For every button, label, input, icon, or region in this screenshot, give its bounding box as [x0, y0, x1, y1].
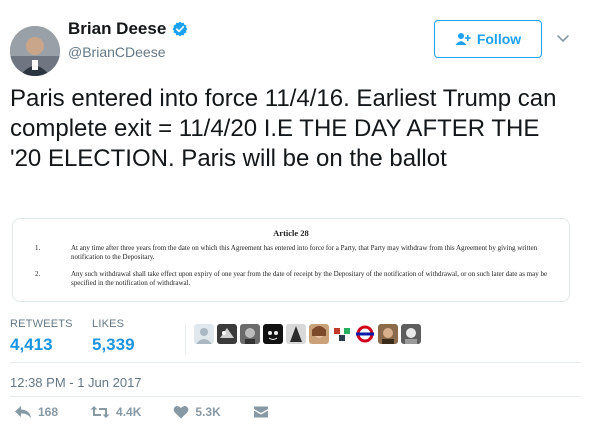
tweet-stats: RETWEETS 4,413 LIKES 5,339	[10, 318, 570, 356]
retweet-button[interactable]: 4.4K	[90, 405, 141, 419]
reply-button[interactable]: 168	[14, 405, 58, 419]
tweet-header: Brian Deese @BrianCDeese Follow	[10, 16, 581, 76]
liker-avatar[interactable]	[378, 324, 398, 344]
liker-avatar[interactable]	[401, 324, 421, 344]
author-avatar[interactable]	[10, 26, 60, 76]
author-display-name[interactable]: Brian Deese	[68, 19, 166, 39]
liker-avatar[interactable]	[194, 324, 214, 344]
liker-avatars	[194, 324, 421, 352]
reply-count: 168	[38, 405, 59, 419]
like-count: 5.3K	[195, 405, 221, 419]
media-item-text: Any such withdrawal shall take effect up…	[71, 270, 548, 287]
liker-avatar[interactable]	[263, 324, 283, 344]
retweet-icon	[90, 406, 110, 418]
chevron-down-icon[interactable]	[555, 30, 571, 46]
verified-badge-icon	[172, 21, 188, 37]
author-name-row[interactable]: Brian Deese	[68, 19, 188, 39]
direct-message-button[interactable]	[253, 405, 269, 419]
like-button[interactable]: 5.3K	[173, 405, 221, 419]
liker-avatar[interactable]	[332, 324, 352, 344]
divider	[10, 396, 581, 397]
media-item-number: 1.	[35, 244, 41, 252]
liker-avatar[interactable]	[309, 324, 329, 344]
media-item-text: At any time after three years from the d…	[71, 244, 538, 261]
media-document-title: Article 28	[273, 228, 309, 238]
media-item-number: 2.	[35, 270, 41, 278]
liker-avatar[interactable]	[355, 324, 375, 344]
reply-icon	[15, 406, 31, 418]
likes-count: 5,339	[92, 335, 135, 354]
liker-avatar[interactable]	[240, 324, 260, 344]
author-info: Brian Deese @BrianCDeese	[68, 19, 188, 60]
likes-stat[interactable]: LIKES 5,339	[92, 318, 135, 355]
liker-avatar[interactable]	[286, 324, 306, 344]
tweet-timestamp[interactable]: 12:38 PM - 1 Jun 2017	[10, 375, 142, 390]
tweet-text: Paris entered into force 11/4/16. Earlie…	[10, 85, 557, 172]
follow-button[interactable]: Follow	[434, 20, 542, 58]
likes-label: LIKES	[92, 318, 125, 330]
retweets-count: 4,413	[10, 335, 53, 354]
tweet-actions: 168 4.4K 5.3K	[10, 402, 269, 422]
add-user-icon	[455, 33, 471, 45]
tweet-media-image[interactable]: Article 28 1. At any time after three ye…	[12, 218, 570, 302]
follow-button-label: Follow	[476, 31, 522, 47]
stats-divider	[185, 324, 186, 354]
retweets-stat[interactable]: RETWEETS 4,413	[10, 318, 73, 355]
liker-avatar[interactable]	[217, 324, 237, 344]
retweets-label: RETWEETS	[10, 318, 73, 330]
author-handle[interactable]: @BrianCDeese	[68, 44, 188, 60]
heart-icon	[174, 405, 189, 419]
envelope-icon	[253, 406, 268, 418]
retweet-count: 4.4K	[116, 405, 142, 419]
divider	[10, 362, 581, 363]
